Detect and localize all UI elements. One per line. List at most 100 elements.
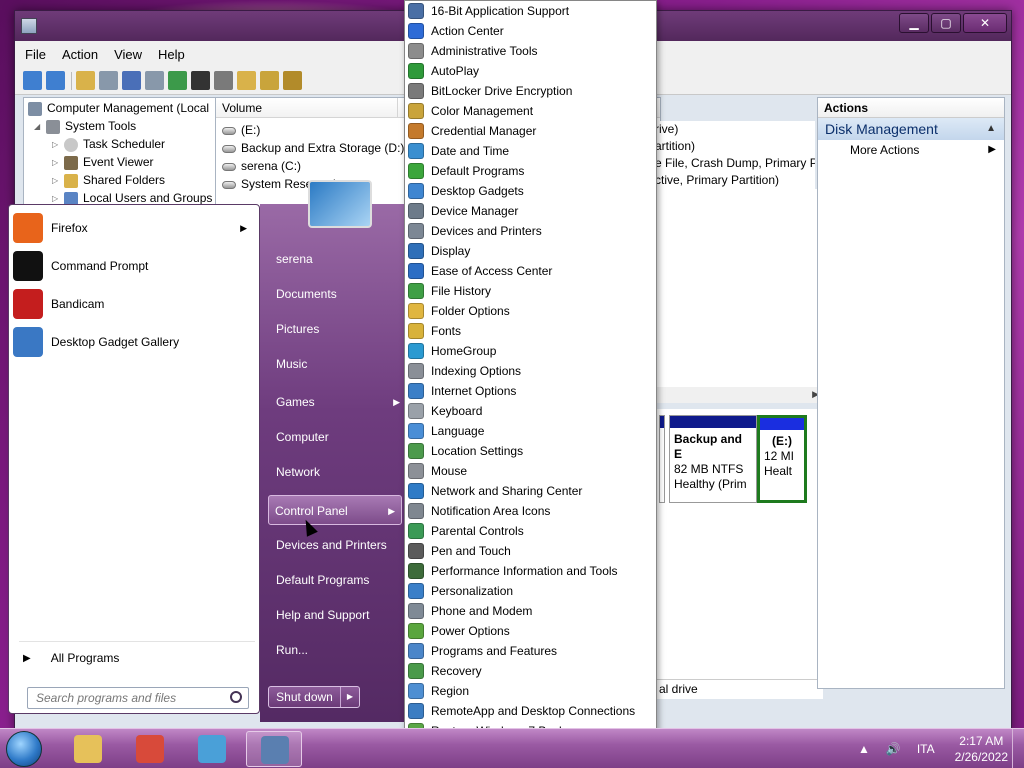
control-panel-item[interactable]: Location Settings bbox=[405, 441, 655, 461]
control-panel-item[interactable]: Region bbox=[405, 681, 655, 701]
collapsed-arrow-icon[interactable]: ▷ bbox=[52, 136, 62, 153]
search-icon[interactable] bbox=[260, 71, 279, 90]
pinned-program-firefox[interactable]: Firefox ▶ bbox=[13, 209, 257, 247]
shutdown-button[interactable]: Shut down ▶ bbox=[268, 686, 360, 708]
collapsed-arrow-icon[interactable]: ▷ bbox=[52, 154, 62, 171]
actions-section-disk-management[interactable]: Disk Management ▲ bbox=[818, 118, 1004, 140]
control-panel-item[interactable]: Internet Options bbox=[405, 381, 655, 401]
menu-view[interactable]: View bbox=[114, 47, 142, 62]
control-panel-item[interactable]: Display bbox=[405, 241, 655, 261]
user-picture-avatar[interactable] bbox=[308, 180, 372, 228]
tree-item[interactable]: ◢ System Tools bbox=[34, 118, 136, 135]
taskbar-app-gadgets[interactable] bbox=[184, 731, 240, 767]
start-link-run[interactable]: Run... bbox=[272, 635, 406, 665]
delete-icon[interactable] bbox=[191, 71, 210, 90]
tree-item[interactable]: Computer Management (Local bbox=[28, 100, 209, 117]
properties-icon[interactable] bbox=[214, 71, 233, 90]
taskbar-app-computer-management[interactable] bbox=[246, 731, 302, 767]
search-input[interactable]: Search programs and files bbox=[27, 687, 249, 709]
control-panel-item[interactable]: Administrative Tools bbox=[405, 41, 655, 61]
table-row[interactable]: Backup and Extra Storage (D:) bbox=[222, 140, 404, 157]
show-hidden-icons-arrow-icon[interactable]: ▲ bbox=[858, 742, 870, 756]
taskbar-app-explorer[interactable] bbox=[60, 731, 116, 767]
table-row[interactable]: (E:) bbox=[222, 122, 260, 139]
menu-help[interactable]: Help bbox=[158, 47, 185, 62]
volume-icon[interactable]: 🔊 bbox=[886, 742, 901, 756]
control-panel-item[interactable]: 16-Bit Application Support bbox=[405, 1, 655, 21]
start-link-user[interactable]: serena bbox=[272, 244, 406, 274]
show-desktop-button[interactable] bbox=[1012, 729, 1024, 768]
control-panel-item[interactable]: Fonts bbox=[405, 321, 655, 341]
control-panel-item[interactable]: Parental Controls bbox=[405, 521, 655, 541]
horizontal-scrollbar[interactable]: ▶ bbox=[655, 387, 823, 403]
tree-item[interactable]: ▷ Task Scheduler bbox=[52, 136, 165, 153]
menu-file[interactable]: File bbox=[25, 47, 46, 62]
control-panel-item[interactable]: RemoteApp and Desktop Connections bbox=[405, 701, 655, 721]
control-panel-item[interactable]: Performance Information and Tools bbox=[405, 561, 655, 581]
control-panel-item[interactable]: Folder Options bbox=[405, 301, 655, 321]
control-panel-item[interactable]: Personalization bbox=[405, 581, 655, 601]
control-panel-item[interactable]: AutoPlay bbox=[405, 61, 655, 81]
control-panel-item[interactable]: Action Center bbox=[405, 21, 655, 41]
control-panel-item[interactable]: Recovery bbox=[405, 661, 655, 681]
export-list-icon[interactable] bbox=[283, 71, 302, 90]
refresh-icon[interactable] bbox=[168, 71, 187, 90]
column-header-volume[interactable]: Volume bbox=[216, 98, 398, 118]
control-panel-item[interactable]: Devices and Printers bbox=[405, 221, 655, 241]
expanded-arrow-icon[interactable]: ◢ bbox=[34, 118, 44, 135]
tree-item[interactable]: ▷ Shared Folders bbox=[52, 172, 165, 189]
start-link-computer[interactable]: Computer bbox=[272, 422, 406, 452]
show-hide-tree-icon[interactable] bbox=[99, 71, 118, 90]
forward-arrow-icon[interactable] bbox=[46, 71, 65, 90]
all-programs-button[interactable]: ▶ All Programs bbox=[23, 651, 119, 665]
maximize-button[interactable]: ▢ bbox=[931, 13, 961, 33]
tree-item[interactable]: ▷ Event Viewer bbox=[52, 154, 153, 171]
control-panel-item[interactable]: HomeGroup bbox=[405, 341, 655, 361]
start-link-music[interactable]: Music bbox=[272, 349, 406, 379]
control-panel-item[interactable]: Default Programs bbox=[405, 161, 655, 181]
collapse-arrow-icon[interactable]: ▲ bbox=[986, 118, 996, 140]
start-link-help-and-support[interactable]: Help and Support bbox=[272, 600, 406, 630]
start-link-control-panel[interactable]: Control Panel ▶ bbox=[268, 495, 402, 525]
control-panel-item[interactable]: Date and Time bbox=[405, 141, 655, 161]
control-panel-item[interactable]: BitLocker Drive Encryption bbox=[405, 81, 655, 101]
collapsed-arrow-icon[interactable]: ▷ bbox=[52, 172, 62, 189]
up-folder-icon[interactable] bbox=[76, 71, 95, 90]
control-panel-item[interactable]: Pen and Touch bbox=[405, 541, 655, 561]
pinned-program-command-prompt[interactable]: Command Prompt bbox=[13, 247, 257, 285]
start-link-devices-and-printers[interactable]: Devices and Printers bbox=[272, 530, 406, 560]
disk-partition[interactable] bbox=[659, 415, 665, 503]
control-panel-item[interactable]: Network and Sharing Center bbox=[405, 481, 655, 501]
start-link-pictures[interactable]: Pictures bbox=[272, 314, 406, 344]
language-indicator[interactable]: ITA bbox=[917, 742, 935, 756]
start-link-documents[interactable]: Documents bbox=[272, 279, 406, 309]
control-panel-item[interactable]: Device Manager bbox=[405, 201, 655, 221]
menu-action[interactable]: Action bbox=[62, 47, 98, 62]
start-link-network[interactable]: Network bbox=[272, 457, 406, 487]
control-panel-item[interactable]: Color Management bbox=[405, 101, 655, 121]
control-panel-item[interactable]: File History bbox=[405, 281, 655, 301]
control-panel-item[interactable]: Language bbox=[405, 421, 655, 441]
clock[interactable]: 2:17 AM 2/26/2022 bbox=[955, 733, 1008, 765]
start-link-games[interactable]: Games ▶ bbox=[272, 387, 406, 417]
disk-partition-selected[interactable]: (E:) 12 MI Healt bbox=[757, 415, 807, 503]
help-icon[interactable] bbox=[122, 71, 141, 90]
control-panel-item[interactable]: Mouse bbox=[405, 461, 655, 481]
control-panel-item[interactable]: Credential Manager bbox=[405, 121, 655, 141]
control-panel-item[interactable]: Keyboard bbox=[405, 401, 655, 421]
control-panel-item[interactable]: Phone and Modem bbox=[405, 601, 655, 621]
pinned-program-desktop-gadget-gallery[interactable]: Desktop Gadget Gallery bbox=[13, 323, 257, 361]
control-panel-item[interactable]: Programs and Features bbox=[405, 641, 655, 661]
control-panel-item[interactable]: Desktop Gadgets bbox=[405, 181, 655, 201]
open-folder-icon[interactable] bbox=[237, 71, 256, 90]
start-button[interactable] bbox=[6, 731, 42, 767]
table-row[interactable]: serena (C:) bbox=[222, 158, 301, 175]
control-panel-item[interactable]: Notification Area Icons bbox=[405, 501, 655, 521]
back-arrow-icon[interactable] bbox=[23, 71, 42, 90]
close-button[interactable]: ✕ bbox=[963, 13, 1007, 33]
pinned-program-bandicam[interactable]: Bandicam bbox=[13, 285, 257, 323]
control-panel-item[interactable]: Ease of Access Center bbox=[405, 261, 655, 281]
start-link-default-programs[interactable]: Default Programs bbox=[272, 565, 406, 595]
taskbar-app-chrome[interactable] bbox=[122, 731, 178, 767]
disk-partition[interactable]: Backup and E 82 MB NTFS Healthy (Prim bbox=[669, 415, 757, 503]
